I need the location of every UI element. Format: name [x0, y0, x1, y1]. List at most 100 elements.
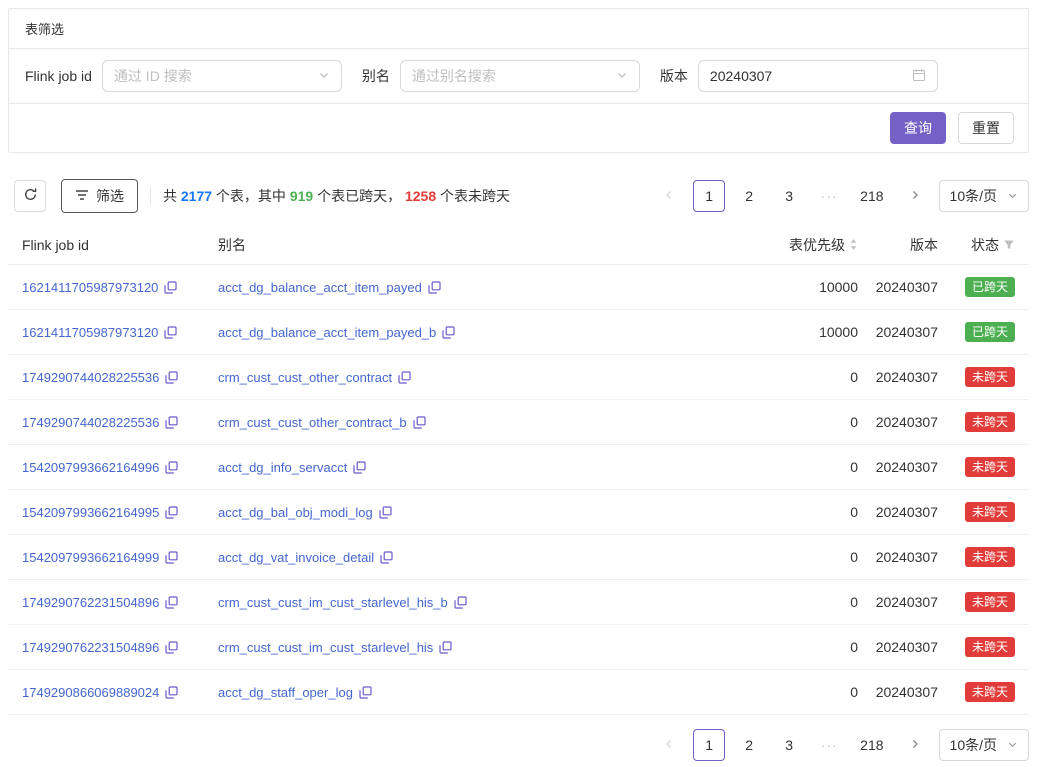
pagination-page[interactable]: 3: [773, 180, 805, 212]
alias-link[interactable]: crm_cust_cust_other_contract: [218, 370, 392, 385]
filter-actions-row: 查询 重置: [9, 104, 1028, 152]
toolbar-divider: [150, 187, 151, 205]
header-flink-job-id: Flink job id: [8, 237, 204, 253]
version-value: 20240307: [858, 459, 938, 475]
page-size-select[interactable]: 10条/页: [939, 729, 1029, 761]
flink-job-id-link[interactable]: 1749290762231504896: [22, 595, 159, 610]
table-row: 1542097993662164996 acct_dg_info_servacc…: [8, 445, 1029, 490]
priority-value: 0: [663, 504, 858, 520]
flink-job-id-link[interactable]: 1749290744028225536: [22, 370, 159, 385]
copy-icon[interactable]: [165, 461, 178, 474]
pagination-page[interactable]: 218: [853, 180, 890, 212]
copy-icon[interactable]: [379, 506, 392, 519]
flink-job-id-link[interactable]: 1542097993662164995: [22, 505, 159, 520]
alias-link[interactable]: acct_dg_balance_acct_item_payed_b: [218, 325, 436, 340]
copy-icon[interactable]: [165, 371, 178, 384]
pagination-page[interactable]: 218: [853, 729, 890, 761]
filter-lines-icon: [75, 188, 89, 204]
query-button[interactable]: 查询: [890, 112, 946, 144]
table-row: 1749290762231504896 crm_cust_cust_im_cus…: [8, 625, 1029, 670]
version-value: 20240307: [858, 279, 938, 295]
flink-job-id-link[interactable]: 1749290866069889024: [22, 685, 159, 700]
copy-icon[interactable]: [164, 326, 177, 339]
table-row: 1749290744028225536 crm_cust_cust_other_…: [8, 400, 1029, 445]
pagination-page[interactable]: 1: [693, 180, 725, 212]
chevron-down-icon: [318, 68, 330, 84]
version-value: 20240307: [858, 639, 938, 655]
copy-icon[interactable]: [165, 641, 178, 654]
pagination-page[interactable]: 2: [733, 729, 765, 761]
copy-icon[interactable]: [380, 551, 393, 564]
copy-icon[interactable]: [165, 506, 178, 519]
pagination-prev-button[interactable]: [653, 180, 685, 212]
flink-job-id-link[interactable]: 1749290744028225536: [22, 415, 159, 430]
filter-panel-title: 表筛选: [9, 9, 1028, 49]
copy-icon[interactable]: [165, 596, 178, 609]
summary-text: 共: [163, 188, 181, 204]
flink-job-id-link[interactable]: 1542097993662164996: [22, 460, 159, 475]
alias-link[interactable]: acct_dg_bal_obj_modi_log: [218, 505, 373, 520]
copy-icon[interactable]: [413, 416, 426, 429]
chevron-left-icon: [663, 188, 675, 204]
flink-job-id-link[interactable]: 1621411705987973120: [22, 280, 158, 295]
page-size-select[interactable]: 10条/页: [939, 180, 1029, 212]
reset-button[interactable]: 重置: [958, 112, 1014, 144]
copy-icon[interactable]: [359, 686, 372, 699]
copy-icon[interactable]: [454, 596, 467, 609]
copy-icon[interactable]: [428, 281, 441, 294]
copy-icon[interactable]: [439, 641, 452, 654]
alias-link[interactable]: crm_cust_cust_im_cust_starlevel_his: [218, 640, 433, 655]
status-badge: 未跨天: [965, 412, 1015, 432]
alias-select[interactable]: 通过别名搜索: [400, 60, 640, 92]
summary-text: 个表已跨天，: [313, 188, 405, 204]
sort-icon[interactable]: [849, 238, 858, 251]
flink-job-id-link[interactable]: 1749290762231504896: [22, 640, 159, 655]
flink-job-id-select[interactable]: 通过 ID 搜索: [102, 60, 342, 92]
pagination-next-button[interactable]: [899, 729, 931, 761]
flink-job-id-link[interactable]: 1542097993662164999: [22, 550, 159, 565]
alias-link[interactable]: crm_cust_cust_im_cust_starlevel_his_b: [218, 595, 448, 610]
copy-icon[interactable]: [165, 551, 178, 564]
alias-placeholder: 通过别名搜索: [412, 66, 496, 86]
filter-item-flink-job-id: Flink job id 通过 ID 搜索: [25, 60, 342, 92]
alias-link[interactable]: crm_cust_cust_other_contract_b: [218, 415, 407, 430]
copy-icon[interactable]: [164, 281, 177, 294]
summary-text: 个表未跨天: [436, 188, 510, 204]
flink-job-id-link[interactable]: 1621411705987973120: [22, 325, 158, 340]
chevron-down-icon: [1007, 188, 1018, 204]
copy-icon[interactable]: [398, 371, 411, 384]
filter-icon[interactable]: [1003, 239, 1015, 251]
refresh-button[interactable]: [14, 180, 46, 212]
alias-link[interactable]: acct_dg_vat_invoice_detail: [218, 550, 374, 565]
pagination-bottom: 1 2 3 ··· 218 10条/页: [653, 729, 1029, 761]
summary-total-count: 2177: [181, 188, 212, 204]
pagination-page[interactable]: ···: [813, 180, 845, 212]
version-value: 20240307: [858, 369, 938, 385]
version-value: 20240307: [858, 414, 938, 430]
alias-link[interactable]: acct_dg_balance_acct_item_payed: [218, 280, 422, 295]
copy-icon[interactable]: [353, 461, 366, 474]
filter-toggle-button[interactable]: 筛选: [61, 179, 138, 213]
alias-link[interactable]: acct_dg_staff_oper_log: [218, 685, 353, 700]
table-row: 1542097993662164999 acct_dg_vat_invoice_…: [8, 535, 1029, 580]
version-date-input[interactable]: 20240307: [698, 60, 938, 92]
pagination-next-button[interactable]: [899, 180, 931, 212]
refresh-icon: [23, 187, 38, 205]
pagination-page[interactable]: 1: [693, 729, 725, 761]
copy-icon[interactable]: [165, 416, 178, 429]
pagination-page[interactable]: ···: [813, 729, 845, 761]
header-priority[interactable]: 表优先级: [663, 235, 858, 255]
priority-value: 0: [663, 594, 858, 610]
status-badge: 未跨天: [965, 502, 1015, 522]
pagination-page[interactable]: 2: [733, 180, 765, 212]
copy-icon[interactable]: [165, 686, 178, 699]
pagination-page[interactable]: 3: [773, 729, 805, 761]
alias-link[interactable]: acct_dg_info_servacct: [218, 460, 347, 475]
copy-icon[interactable]: [442, 326, 455, 339]
header-status-label: 状态: [971, 235, 999, 255]
pagination-prev-button[interactable]: [653, 729, 685, 761]
chevron-right-icon: [909, 188, 921, 204]
tables-table: Flink job id 别名 表优先级 版本 状态 1621411705987…: [8, 225, 1029, 715]
toolbar: 筛选 共 2177 个表，其中 919 个表已跨天， 1258 个表未跨天 1 …: [8, 179, 1029, 213]
pagination-top: 1 2 3 ··· 218 10条/页: [653, 180, 1029, 212]
